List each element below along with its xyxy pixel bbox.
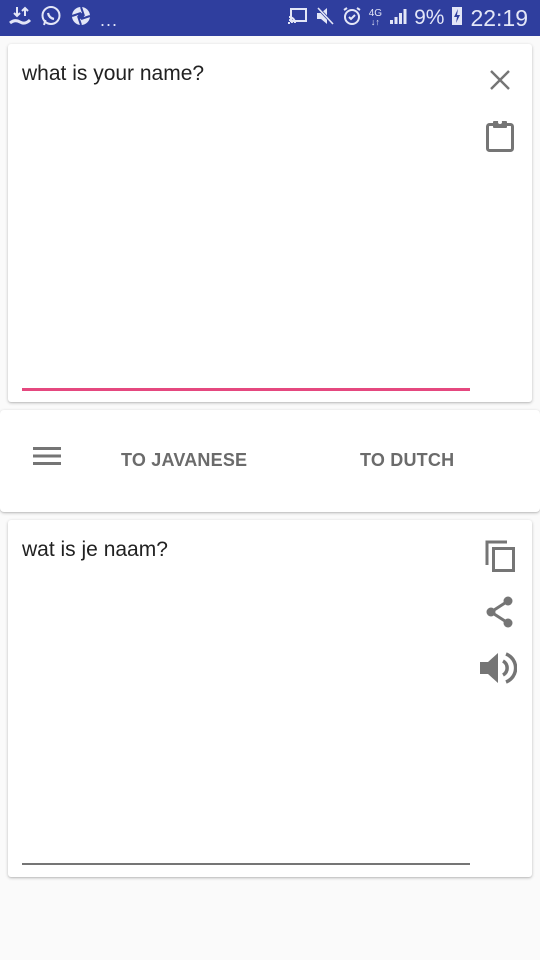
- source-text-input[interactable]: what is your name?: [22, 62, 204, 86]
- translation-toolbar: TO JAVANESE TO DUTCH: [0, 410, 540, 512]
- speak-button[interactable]: [479, 650, 518, 691]
- download-upload-icon: [8, 5, 32, 32]
- cast-icon: [287, 7, 308, 30]
- aperture-icon: [70, 5, 92, 32]
- output-card: wat is je naam?: [8, 520, 532, 877]
- tab-to-javanese[interactable]: TO JAVANESE: [121, 450, 247, 471]
- share-icon: [485, 596, 515, 633]
- copy-icon: [484, 539, 516, 578]
- signal-icon: [389, 7, 407, 30]
- status-bar-left: ...: [8, 5, 119, 32]
- clear-button[interactable]: [482, 64, 518, 100]
- clock: 22:19: [470, 4, 528, 31]
- alarm-icon: [342, 6, 362, 31]
- battery-charging-icon: [451, 6, 463, 31]
- menu-icon: [33, 446, 61, 471]
- close-icon: [488, 68, 512, 97]
- input-underline: [22, 388, 470, 391]
- battery-percent: 9%: [414, 6, 445, 29]
- more-notifications-indicator: ...: [100, 9, 119, 30]
- tab-to-dutch[interactable]: TO DUTCH: [360, 450, 454, 471]
- menu-button[interactable]: [28, 443, 66, 473]
- copy-button[interactable]: [482, 540, 518, 576]
- paste-button[interactable]: [482, 119, 518, 158]
- clipboard-icon: [485, 119, 515, 158]
- 4g-icon: 4G ↓↑: [368, 8, 383, 27]
- share-button[interactable]: [482, 596, 518, 632]
- input-card: what is your name?: [8, 44, 532, 402]
- speaker-icon: [479, 650, 518, 691]
- status-bar-right: 4G ↓↑ 9% 22:19: [287, 4, 528, 32]
- translated-text: wat is je naam?: [22, 538, 168, 561]
- mute-icon: [315, 6, 335, 31]
- status-bar: ... 4G ↓↑ 9% 22:19: [0, 0, 540, 36]
- output-underline: [22, 863, 470, 865]
- whatsapp-icon: [40, 5, 62, 32]
